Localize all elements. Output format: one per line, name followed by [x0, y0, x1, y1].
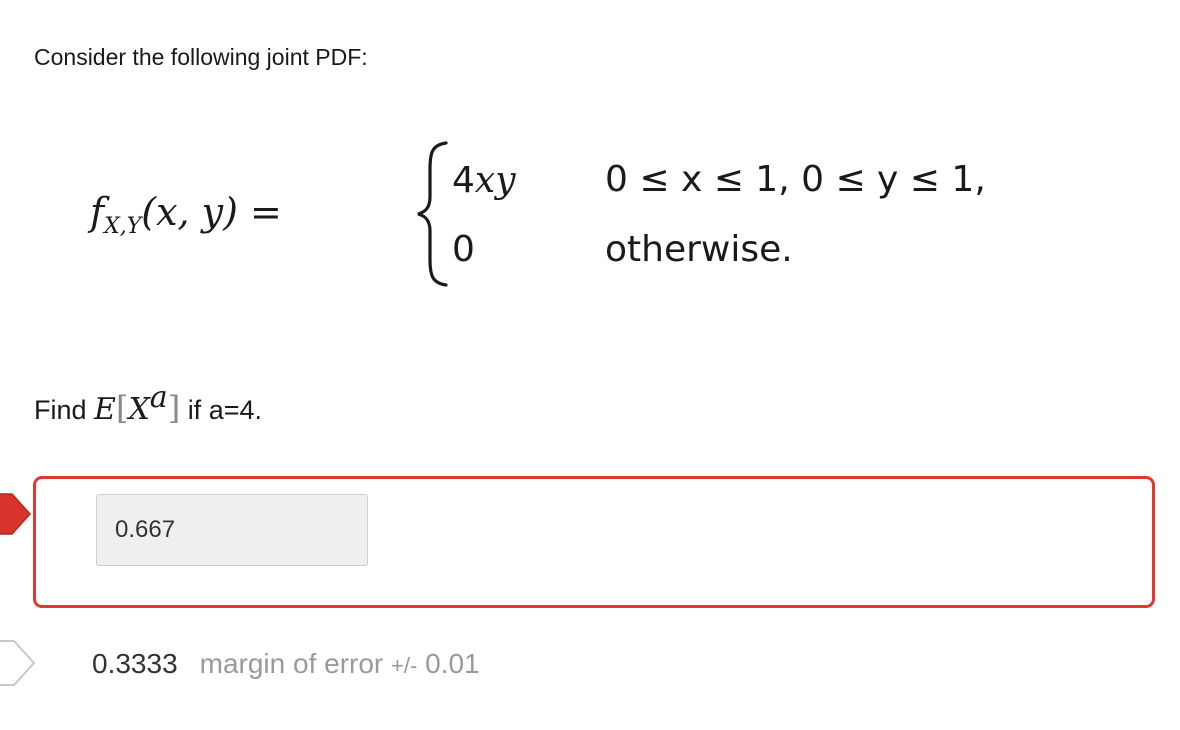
formula-args: (x, y) =	[141, 190, 282, 234]
variable-X: X	[128, 392, 150, 427]
correct-answer-line: 0.3333 margin of error +/- 0.01	[92, 648, 480, 680]
margin-of-error-value: 0.01	[425, 648, 480, 679]
case2-value: 0	[452, 229, 475, 270]
left-brace-icon	[417, 141, 448, 287]
expectation-E: E	[94, 392, 116, 427]
case2-condition: otherwise.	[605, 229, 793, 270]
correct-answer-marker-icon	[0, 640, 36, 686]
find-prefix: Find	[34, 395, 87, 425]
margin-of-error-label: margin of error	[199, 648, 384, 679]
pdf-formula: fX,Y(x, y) = 4xy 4xy 0 ≤ x ≤ 1, 0 ≤ y ≤ …	[90, 135, 1150, 315]
margin-pm-symbol: +/-	[391, 653, 418, 678]
question-prompt: Consider the following joint PDF:	[34, 44, 368, 70]
case1-value: 4xy	[452, 160, 516, 201]
formula-lhs: fX,Y(x, y) =	[90, 190, 282, 239]
right-bracket-icon: ]	[167, 389, 181, 427]
find-question: Find E[Xa] if a=4.	[34, 380, 262, 427]
find-suffix: if a=4.	[187, 395, 262, 425]
case1-condition: 0 ≤ x ≤ 1, 0 ≤ y ≤ 1,	[605, 159, 986, 200]
correct-answer-value: 0.3333	[92, 648, 178, 679]
formula-f: f	[90, 190, 105, 234]
incorrect-marker-icon	[0, 493, 32, 535]
left-bracket-icon: [	[115, 389, 129, 427]
exponent-a: a	[149, 380, 168, 415]
answer-input[interactable]: 0.667	[96, 494, 368, 566]
formula-subscript: X,Y	[104, 214, 142, 239]
